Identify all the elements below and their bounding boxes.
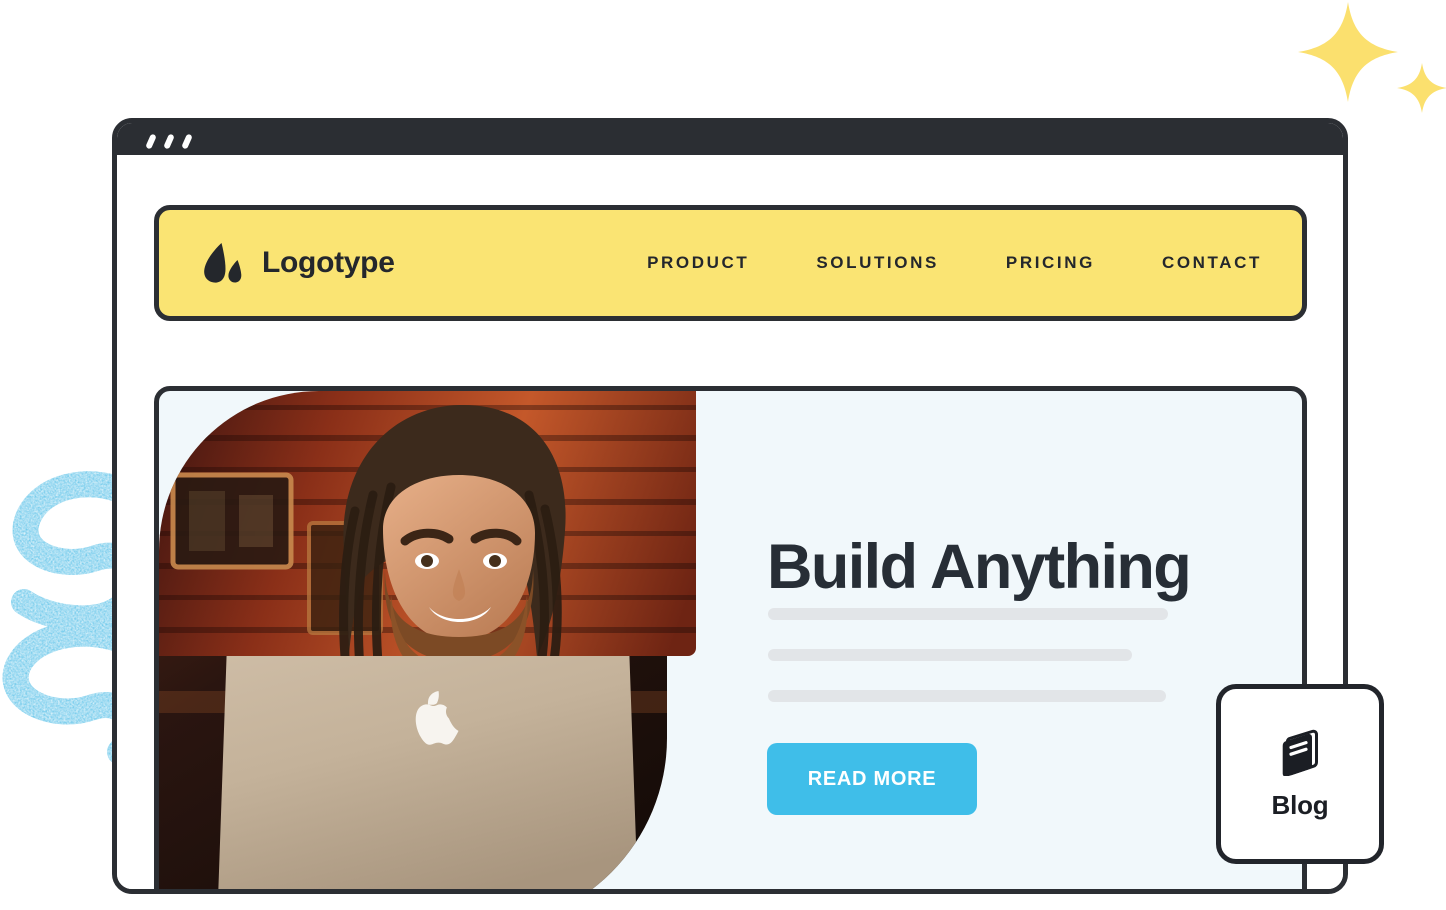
window-control-dot[interactable] xyxy=(163,133,175,150)
nav-link-solutions[interactable]: SOLUTIONS xyxy=(816,253,939,273)
placeholder-text-bar xyxy=(768,690,1166,702)
brand-name: Logotype xyxy=(262,246,395,279)
nav-link-product[interactable]: PRODUCT xyxy=(647,253,749,273)
blog-card-label: Blog xyxy=(1271,789,1329,820)
page-title: Build Anything xyxy=(767,532,1192,603)
sparkle-icon xyxy=(1397,63,1446,113)
sparkle-icon xyxy=(1298,2,1398,102)
placeholder-text-bar xyxy=(768,608,1168,620)
browser-titlebar xyxy=(117,123,1343,155)
brand-logo[interactable]: Logotype xyxy=(201,242,395,284)
site-navbar: Logotype PRODUCT SOLUTIONS PRICING CONTA… xyxy=(154,205,1307,321)
hero-photo xyxy=(159,391,696,656)
browser-viewport: Logotype PRODUCT SOLUTIONS PRICING CONTA… xyxy=(117,156,1343,889)
hero-section: Build Anything READ MORE xyxy=(154,386,1307,889)
book-icon xyxy=(1282,729,1318,776)
nav-link-contact[interactable]: CONTACT xyxy=(1162,253,1262,273)
blog-card[interactable]: Blog xyxy=(1216,684,1384,864)
hero-photo xyxy=(159,656,667,889)
placeholder-text-bar xyxy=(768,649,1132,661)
logotype-mark-icon xyxy=(204,243,242,283)
primary-navigation: PRODUCT SOLUTIONS PRICING CONTACT xyxy=(647,253,1262,273)
window-control-dot[interactable] xyxy=(181,133,193,150)
window-control-dot[interactable] xyxy=(145,133,157,150)
read-more-button[interactable]: READ MORE xyxy=(767,743,977,815)
browser-window: Logotype PRODUCT SOLUTIONS PRICING CONTA… xyxy=(112,118,1348,894)
nav-link-pricing[interactable]: PRICING xyxy=(1006,253,1095,273)
